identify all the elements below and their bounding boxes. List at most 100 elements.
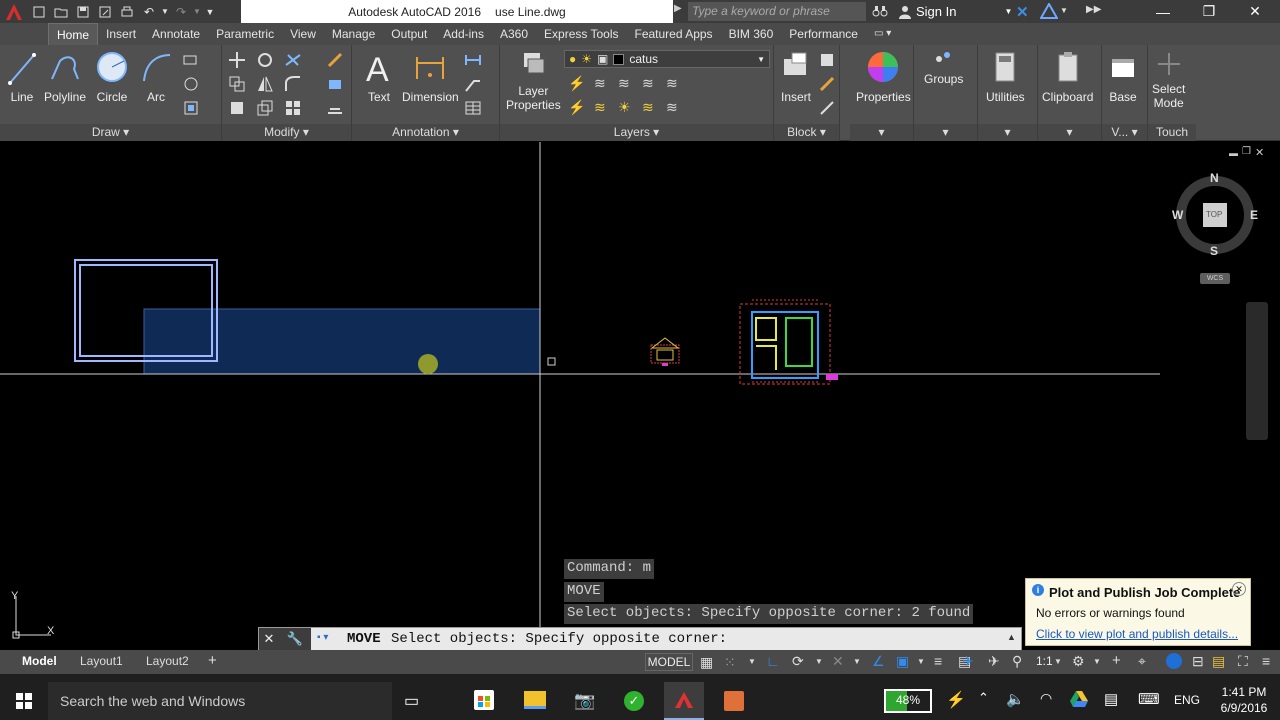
linear-dim-icon[interactable]: [464, 51, 482, 69]
tab-output[interactable]: Output: [383, 23, 435, 45]
file-explorer-icon[interactable]: [524, 691, 546, 709]
annotation-visibility-icon[interactable]: ✈: [962, 653, 974, 670]
add-layout-icon[interactable]: +: [208, 652, 217, 669]
snap-icon[interactable]: ⁙: [724, 654, 736, 671]
tab-bim-360[interactable]: BIM 360: [721, 23, 782, 45]
isodraft-icon[interactable]: ✕: [832, 653, 844, 670]
viewport-close-icon[interactable]: ✕: [1255, 146, 1264, 159]
save-icon[interactable]: [72, 3, 94, 21]
arc-button[interactable]: Arc: [140, 49, 172, 104]
binoculars-icon[interactable]: [872, 4, 888, 23]
workspace-gear-icon[interactable]: ⚙: [1072, 653, 1085, 670]
layer-tool-7-icon[interactable]: ≋: [594, 99, 612, 117]
save-as-icon[interactable]: [94, 3, 116, 21]
tab-parametric[interactable]: Parametric: [208, 23, 282, 45]
create-block-icon[interactable]: [818, 51, 836, 69]
layer-tool-8-icon[interactable]: ☀: [618, 99, 636, 117]
layer-tool-6-icon[interactable]: ⚡: [568, 99, 586, 117]
rotate-icon[interactable]: [256, 51, 274, 69]
viewcube-east[interactable]: E: [1250, 208, 1258, 222]
search-input[interactable]: Type a keyword or phrase: [688, 2, 866, 21]
exchange-apps-icon[interactable]: ✕: [1016, 3, 1034, 21]
array-icon[interactable]: [284, 99, 302, 117]
keyboard-icon[interactable]: ⌨: [1138, 690, 1160, 708]
line-button[interactable]: Line: [6, 49, 38, 104]
redo-icon[interactable]: ↷: [170, 3, 192, 21]
isolate-objects-icon[interactable]: ⊟: [1192, 653, 1204, 670]
customize-qat-icon[interactable]: ▼: [202, 3, 218, 21]
units-icon[interactable]: ⌖: [1138, 653, 1146, 670]
clipboard-button[interactable]: Clipboard: [1042, 49, 1093, 104]
command-history-toggle-icon[interactable]: ▲: [1007, 632, 1016, 642]
notification-close-icon[interactable]: ✕: [1232, 582, 1246, 596]
circle-button[interactable]: Circle: [96, 49, 128, 104]
trim-icon[interactable]: [284, 51, 302, 69]
layers-panel-footer[interactable]: Layers ▾: [500, 124, 773, 141]
fillet-icon[interactable]: [284, 75, 302, 93]
wifi-icon[interactable]: ◠: [1040, 690, 1052, 707]
tab-performance[interactable]: Performance: [781, 23, 866, 45]
properties-button[interactable]: Properties: [856, 49, 911, 104]
select-mode-button[interactable]: Select Mode: [1152, 49, 1185, 110]
layer-properties-button[interactable]: Layer Properties: [506, 49, 561, 112]
clock-date[interactable]: 6/9/2016: [1216, 701, 1272, 715]
utilities-button[interactable]: Utilities: [986, 49, 1025, 104]
camera-icon[interactable]: 📷: [574, 691, 595, 711]
stretch-icon[interactable]: [228, 99, 246, 117]
lineweight-icon[interactable]: ≡: [934, 653, 942, 669]
tab-manage[interactable]: Manage: [324, 23, 383, 45]
layer-tool-3-icon[interactable]: ≋: [618, 75, 636, 93]
sign-in-button[interactable]: Sign In ▼: [898, 0, 1012, 23]
tab-add-ins[interactable]: Add-ins: [435, 23, 492, 45]
text-button[interactable]: A Text: [364, 49, 394, 104]
block-panel-footer[interactable]: Block ▾: [774, 124, 839, 141]
utilities-panel-footer[interactable]: ▾: [978, 124, 1037, 141]
help-expand-icon[interactable]: ▶▶: [1086, 4, 1101, 15]
notification-link[interactable]: Click to view plot and publish details..…: [1036, 627, 1238, 641]
autocad-logo-icon[interactable]: [0, 3, 28, 21]
annotation-scale-icon[interactable]: ⚲: [1012, 653, 1022, 670]
customization-menu-icon[interactable]: ≡: [1262, 653, 1270, 669]
ortho-icon[interactable]: ∟: [766, 653, 780, 669]
modify-panel-footer[interactable]: Modify ▾: [222, 124, 351, 141]
snap-dropdown-icon[interactable]: ▼: [748, 657, 756, 666]
tab-insert[interactable]: Insert: [98, 23, 144, 45]
tasks-app-icon[interactable]: ✓: [624, 691, 644, 711]
viewcube-north[interactable]: N: [1210, 171, 1219, 185]
erase-icon[interactable]: [326, 51, 344, 69]
copy-icon[interactable]: [228, 75, 246, 93]
layer-tool-5-icon[interactable]: ≋: [666, 75, 684, 93]
a360-icon[interactable]: [1039, 1, 1059, 24]
store-icon[interactable]: [474, 690, 494, 710]
command-recent-icon[interactable]: ▪ ▾: [317, 632, 328, 643]
ribbon-display-toggle-icon[interactable]: ▭ ▾: [866, 23, 899, 45]
new-icon[interactable]: [28, 3, 50, 21]
search-expand-icon[interactable]: ▶: [674, 3, 686, 20]
viewcube-south[interactable]: S: [1210, 244, 1218, 258]
layer-tool-4-icon[interactable]: ≋: [642, 75, 660, 93]
tab-a360[interactable]: A360: [492, 23, 536, 45]
viewport-minimize-icon[interactable]: ▬: [1229, 148, 1238, 158]
leader-icon[interactable]: [464, 75, 482, 93]
powerpoint-icon[interactable]: [724, 691, 744, 711]
table-icon[interactable]: [464, 99, 482, 117]
layer-tool-10-icon[interactable]: ≋: [666, 99, 684, 117]
explode-icon[interactable]: [326, 75, 344, 93]
annotation-scale-value[interactable]: 1:1: [1036, 654, 1053, 668]
power-plug-icon[interactable]: ⚡: [946, 690, 966, 710]
command-prompt[interactable]: Select objects: Specify opposite corner:: [391, 631, 727, 647]
undo-dropdown-icon[interactable]: ▼: [160, 3, 170, 21]
start-button[interactable]: [0, 682, 48, 720]
object-snap-tracking-icon[interactable]: ∠: [872, 653, 885, 670]
tab-featured-apps[interactable]: Featured Apps: [627, 23, 721, 45]
viewport-restore-icon[interactable]: ❐: [1242, 146, 1251, 157]
polar-dropdown-icon[interactable]: ▼: [815, 657, 823, 666]
polar-icon[interactable]: ⟳: [792, 653, 804, 670]
viewcube[interactable]: N S W E TOP: [1172, 171, 1258, 258]
object-snap-icon[interactable]: ▣: [896, 653, 909, 670]
plot-icon[interactable]: [116, 3, 138, 21]
annotation-panel-footer[interactable]: Annotation ▾: [352, 124, 499, 141]
hatch-icon[interactable]: [182, 75, 200, 93]
edit-attributes-icon[interactable]: [818, 99, 836, 117]
minimize-button[interactable]: —: [1140, 0, 1186, 23]
